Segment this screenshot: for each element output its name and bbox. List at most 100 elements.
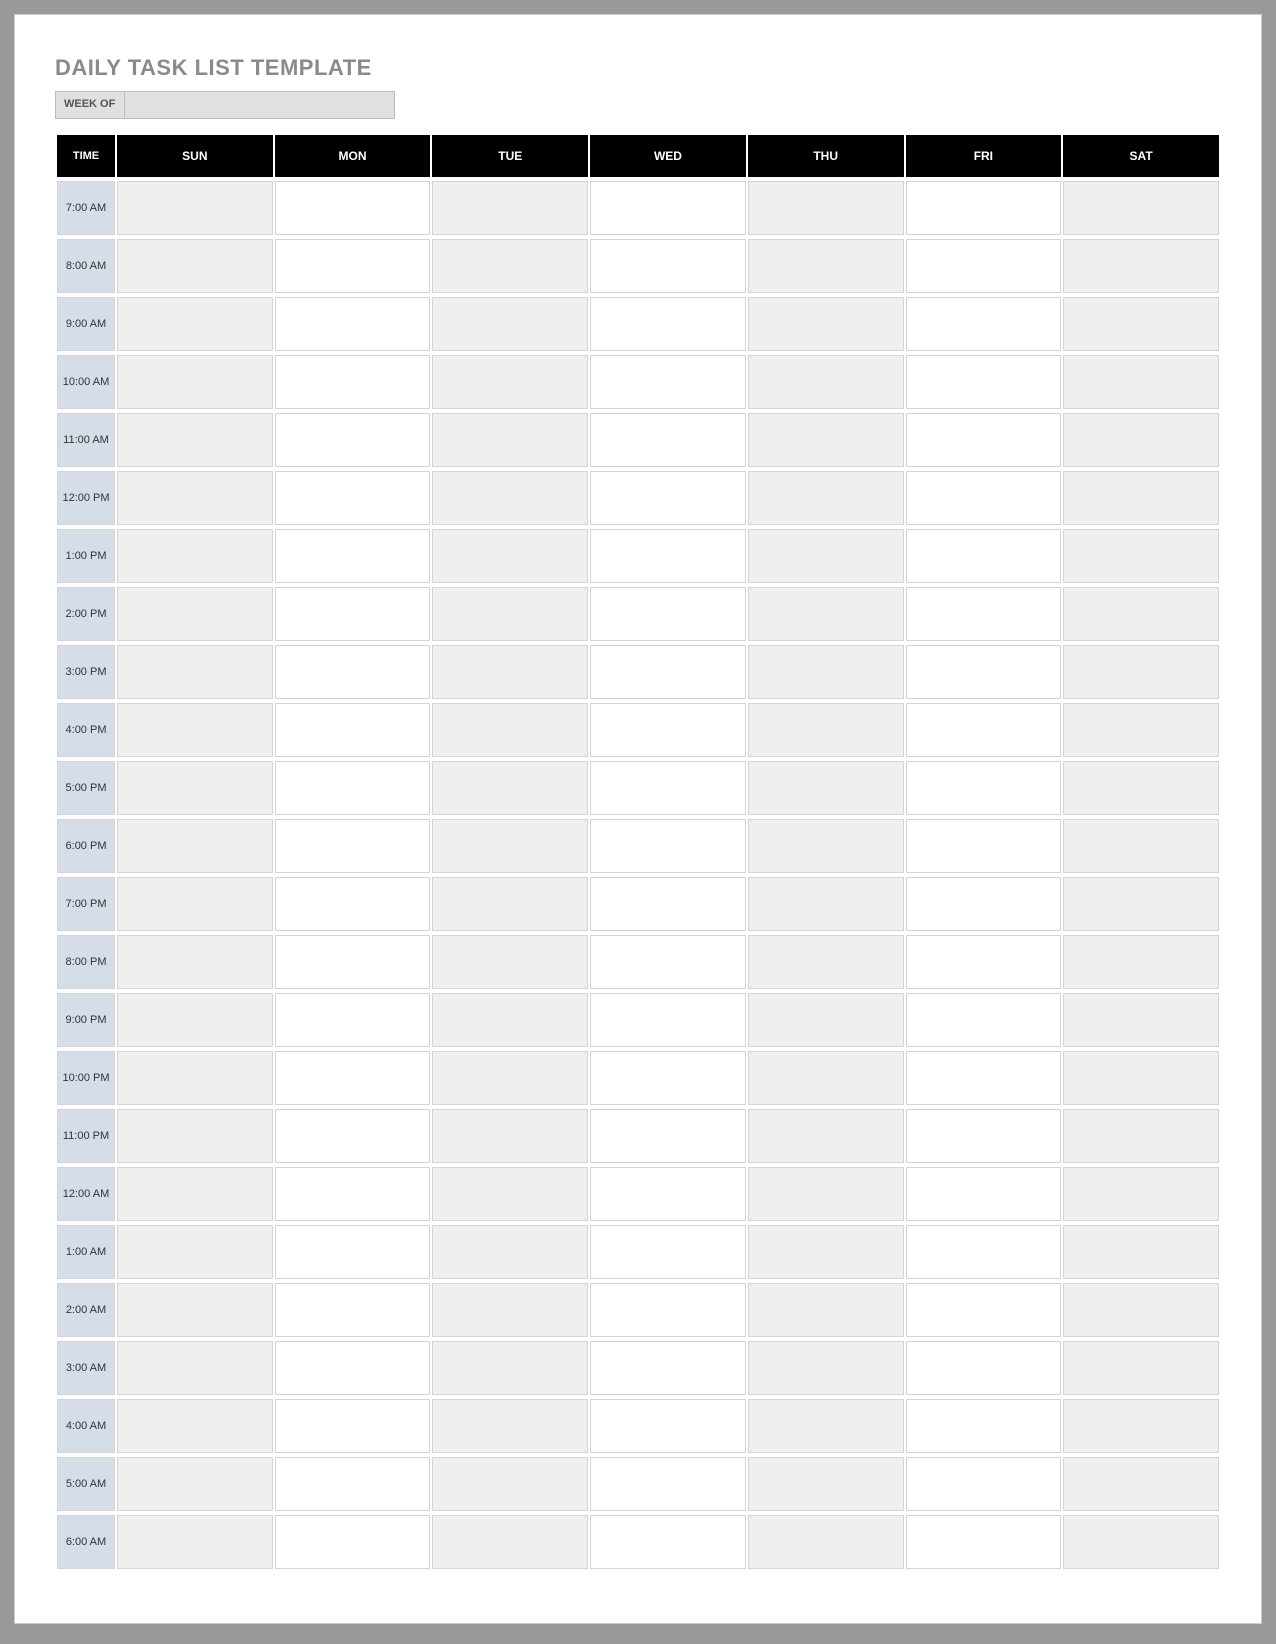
task-cell[interactable] [1063,1457,1219,1511]
task-cell[interactable] [117,1457,273,1511]
task-cell[interactable] [275,935,431,989]
task-cell[interactable] [432,529,588,583]
task-cell[interactable] [748,355,904,409]
task-cell[interactable] [275,1167,431,1221]
task-cell[interactable] [906,529,1062,583]
task-cell[interactable] [275,1109,431,1163]
task-cell[interactable] [906,297,1062,351]
task-cell[interactable] [117,935,273,989]
task-cell[interactable] [1063,819,1219,873]
task-cell[interactable] [275,1515,431,1569]
task-cell[interactable] [1063,297,1219,351]
task-cell[interactable] [275,529,431,583]
week-of-input[interactable] [125,91,395,119]
task-cell[interactable] [1063,1283,1219,1337]
task-cell[interactable] [1063,181,1219,235]
task-cell[interactable] [590,529,746,583]
task-cell[interactable] [117,1051,273,1105]
task-cell[interactable] [432,877,588,931]
task-cell[interactable] [117,761,273,815]
task-cell[interactable] [906,355,1062,409]
task-cell[interactable] [590,703,746,757]
task-cell[interactable] [117,703,273,757]
task-cell[interactable] [590,1109,746,1163]
task-cell[interactable] [432,587,588,641]
task-cell[interactable] [748,1341,904,1395]
task-cell[interactable] [748,587,904,641]
task-cell[interactable] [117,1283,273,1337]
task-cell[interactable] [1063,1167,1219,1221]
task-cell[interactable] [275,181,431,235]
task-cell[interactable] [432,471,588,525]
task-cell[interactable] [590,297,746,351]
task-cell[interactable] [275,1051,431,1105]
task-cell[interactable] [275,1283,431,1337]
task-cell[interactable] [275,239,431,293]
task-cell[interactable] [748,1109,904,1163]
task-cell[interactable] [590,1341,746,1395]
task-cell[interactable] [275,1457,431,1511]
task-cell[interactable] [748,181,904,235]
task-cell[interactable] [590,1399,746,1453]
task-cell[interactable] [906,877,1062,931]
task-cell[interactable] [275,703,431,757]
task-cell[interactable] [748,297,904,351]
task-cell[interactable] [117,645,273,699]
task-cell[interactable] [906,1399,1062,1453]
task-cell[interactable] [906,239,1062,293]
task-cell[interactable] [748,1283,904,1337]
task-cell[interactable] [1063,1399,1219,1453]
task-cell[interactable] [590,239,746,293]
task-cell[interactable] [432,1225,588,1279]
task-cell[interactable] [748,1225,904,1279]
task-cell[interactable] [590,935,746,989]
task-cell[interactable] [1063,1341,1219,1395]
task-cell[interactable] [906,471,1062,525]
task-cell[interactable] [748,413,904,467]
task-cell[interactable] [748,1167,904,1221]
task-cell[interactable] [590,1225,746,1279]
task-cell[interactable] [748,1399,904,1453]
task-cell[interactable] [1063,935,1219,989]
task-cell[interactable] [275,471,431,525]
task-cell[interactable] [1063,529,1219,583]
task-cell[interactable] [590,1515,746,1569]
task-cell[interactable] [117,297,273,351]
task-cell[interactable] [275,297,431,351]
task-cell[interactable] [1063,877,1219,931]
task-cell[interactable] [275,877,431,931]
task-cell[interactable] [1063,413,1219,467]
task-cell[interactable] [117,181,273,235]
task-cell[interactable] [117,413,273,467]
task-cell[interactable] [906,1457,1062,1511]
task-cell[interactable] [748,935,904,989]
task-cell[interactable] [117,1225,273,1279]
task-cell[interactable] [275,1225,431,1279]
task-cell[interactable] [432,645,588,699]
task-cell[interactable] [906,761,1062,815]
task-cell[interactable] [1063,645,1219,699]
task-cell[interactable] [748,471,904,525]
task-cell[interactable] [432,1457,588,1511]
task-cell[interactable] [117,239,273,293]
task-cell[interactable] [432,1283,588,1337]
task-cell[interactable] [275,761,431,815]
task-cell[interactable] [1063,993,1219,1047]
task-cell[interactable] [117,471,273,525]
task-cell[interactable] [432,1399,588,1453]
task-cell[interactable] [275,1399,431,1453]
task-cell[interactable] [590,471,746,525]
task-cell[interactable] [1063,239,1219,293]
task-cell[interactable] [590,1167,746,1221]
task-cell[interactable] [432,239,588,293]
task-cell[interactable] [590,587,746,641]
task-cell[interactable] [748,761,904,815]
task-cell[interactable] [906,819,1062,873]
task-cell[interactable] [1063,703,1219,757]
task-cell[interactable] [117,819,273,873]
task-cell[interactable] [432,181,588,235]
task-cell[interactable] [432,413,588,467]
task-cell[interactable] [590,993,746,1047]
task-cell[interactable] [1063,1051,1219,1105]
task-cell[interactable] [1063,1515,1219,1569]
